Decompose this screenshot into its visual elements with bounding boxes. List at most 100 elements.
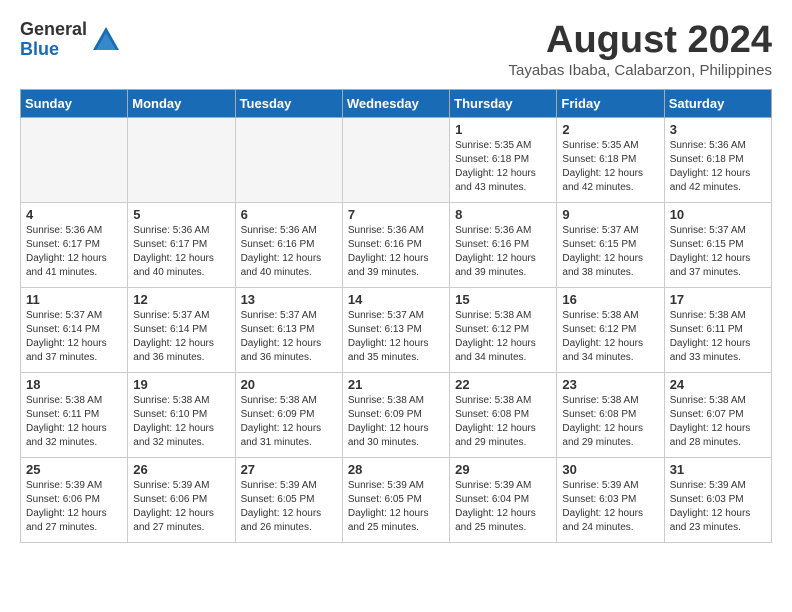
table-row: 4 Sunrise: 5:36 AMSunset: 6:17 PMDaylight… [21,202,128,287]
logo-general: General [20,20,87,40]
day-info: Sunrise: 5:39 AMSunset: 6:05 PMDaylight:… [241,479,337,535]
day-number: 28 [348,462,444,477]
day-info: Sunrise: 5:39 AMSunset: 6:03 PMDaylight:… [670,479,766,535]
table-row: 14Sunrise: 5:37 AMSunset: 6:13 PMDayligh… [342,287,449,372]
day-info: Sunrise: 5:37 AMSunset: 6:14 PMDaylight:… [133,309,229,365]
day-info: Sunrise: 5:36 AMSunset: 6:16 PMDaylight:… [241,224,337,280]
table-row: 17 Sunrise: 5:38 AMSunset: 6:11 PMDayligh… [664,287,771,372]
day-number: 7 [348,207,444,222]
day-info: Sunrise: 5:38 AMSunset: 6:12 PMDaylight:… [562,309,658,365]
calendar-week-1: 1 Sunrise: 5:35 AMSunset: 6:18 PMDaylight… [21,117,772,202]
day-info: Sunrise: 5:35 AMSunset: 6:18 PMDaylight:… [455,139,551,195]
table-row: 29 Sunrise: 5:39 AMSunset: 6:04 PMDayligh… [450,457,557,542]
location-subtitle: Tayabas Ibaba, Calabarzon, Philippines [508,62,772,79]
table-row: 22Sunrise: 5:38 AMSunset: 6:08 PMDayligh… [450,372,557,457]
day-info: Sunrise: 5:36 AMSunset: 6:17 PMDaylight:… [26,224,122,280]
calendar-table: Sunday Monday Tuesday Wednesday Thursday… [20,89,772,543]
day-info: Sunrise: 5:37 AMSunset: 6:15 PMDaylight:… [670,224,766,280]
day-number: 3 [670,122,766,137]
calendar-week-2: 4 Sunrise: 5:36 AMSunset: 6:17 PMDaylight… [21,202,772,287]
table-row: 6 Sunrise: 5:36 AMSunset: 6:16 PMDaylight… [235,202,342,287]
calendar-week-5: 25 Sunrise: 5:39 AMSunset: 6:06 PMDayligh… [21,457,772,542]
table-row [342,117,449,202]
calendar-header-row: Sunday Monday Tuesday Wednesday Thursday… [21,89,772,117]
day-info: Sunrise: 5:37 AMSunset: 6:14 PMDaylight:… [26,309,122,365]
day-number: 24 [670,377,766,392]
day-info: Sunrise: 5:38 AMSunset: 6:08 PMDaylight:… [455,394,551,450]
table-row: 20 Sunrise: 5:38 AMSunset: 6:09 PMDayligh… [235,372,342,457]
day-number: 26 [133,462,229,477]
header-thursday: Thursday [450,89,557,117]
table-row: 24 Sunrise: 5:38 AMSunset: 6:07 PMDayligh… [664,372,771,457]
logo-blue: Blue [20,40,87,60]
page-header: General Blue August 2024 Tayabas Ibaba, … [20,20,772,79]
day-number: 6 [241,207,337,222]
day-info: Sunrise: 5:35 AMSunset: 6:18 PMDaylight:… [562,139,658,195]
calendar-week-3: 11 Sunrise: 5:37 AMSunset: 6:14 PMDayligh… [21,287,772,372]
day-info: Sunrise: 5:39 AMSunset: 6:03 PMDaylight:… [562,479,658,535]
table-row: 30Sunrise: 5:39 AMSunset: 6:03 PMDayligh… [557,457,664,542]
day-number: 31 [670,462,766,477]
header-saturday: Saturday [664,89,771,117]
day-info: Sunrise: 5:38 AMSunset: 6:11 PMDaylight:… [670,309,766,365]
day-info: Sunrise: 5:37 AMSunset: 6:15 PMDaylight:… [562,224,658,280]
day-info: Sunrise: 5:38 AMSunset: 6:09 PMDaylight:… [241,394,337,450]
header-friday: Friday [557,89,664,117]
day-number: 16 [562,292,658,307]
table-row: 8 Sunrise: 5:36 AMSunset: 6:16 PMDaylight… [450,202,557,287]
header-sunday: Sunday [21,89,128,117]
day-number: 27 [241,462,337,477]
logo[interactable]: General Blue [20,20,121,60]
day-info: Sunrise: 5:38 AMSunset: 6:07 PMDaylight:… [670,394,766,450]
day-number: 21 [348,377,444,392]
day-number: 11 [26,292,122,307]
table-row: 7 Sunrise: 5:36 AMSunset: 6:16 PMDaylight… [342,202,449,287]
table-row: 5 Sunrise: 5:36 AMSunset: 6:17 PMDaylight… [128,202,235,287]
table-row [128,117,235,202]
day-info: Sunrise: 5:38 AMSunset: 6:12 PMDaylight:… [455,309,551,365]
day-number: 13 [241,292,337,307]
table-row: 10Sunrise: 5:37 AMSunset: 6:15 PMDayligh… [664,202,771,287]
calendar-week-4: 18Sunrise: 5:38 AMSunset: 6:11 PMDayligh… [21,372,772,457]
day-number: 15 [455,292,551,307]
day-info: Sunrise: 5:36 AMSunset: 6:16 PMDaylight:… [348,224,444,280]
table-row: 3 Sunrise: 5:36 AMSunset: 6:18 PMDaylight… [664,117,771,202]
table-row: 11 Sunrise: 5:37 AMSunset: 6:14 PMDayligh… [21,287,128,372]
day-info: Sunrise: 5:39 AMSunset: 6:04 PMDaylight:… [455,479,551,535]
table-row: 19Sunrise: 5:38 AMSunset: 6:10 PMDayligh… [128,372,235,457]
day-info: Sunrise: 5:36 AMSunset: 6:16 PMDaylight:… [455,224,551,280]
day-info: Sunrise: 5:39 AMSunset: 6:05 PMDaylight:… [348,479,444,535]
table-row: 1 Sunrise: 5:35 AMSunset: 6:18 PMDaylight… [450,117,557,202]
table-row: 9 Sunrise: 5:37 AMSunset: 6:15 PMDaylight… [557,202,664,287]
day-info: Sunrise: 5:39 AMSunset: 6:06 PMDaylight:… [26,479,122,535]
day-number: 20 [241,377,337,392]
day-number: 23 [562,377,658,392]
table-row: 28 Sunrise: 5:39 AMSunset: 6:05 PMDayligh… [342,457,449,542]
table-row: 13Sunrise: 5:37 AMSunset: 6:13 PMDayligh… [235,287,342,372]
day-info: Sunrise: 5:36 AMSunset: 6:18 PMDaylight:… [670,139,766,195]
day-number: 4 [26,207,122,222]
day-number: 1 [455,122,551,137]
day-number: 18 [26,377,122,392]
day-number: 25 [26,462,122,477]
header-tuesday: Tuesday [235,89,342,117]
day-number: 29 [455,462,551,477]
table-row: 21 Sunrise: 5:38 AMSunset: 6:09 PMDayligh… [342,372,449,457]
table-row: 15 Sunrise: 5:38 AMSunset: 6:12 PMDayligh… [450,287,557,372]
day-info: Sunrise: 5:37 AMSunset: 6:13 PMDaylight:… [348,309,444,365]
table-row: 26Sunrise: 5:39 AMSunset: 6:06 PMDayligh… [128,457,235,542]
month-year-title: August 2024 [508,20,772,62]
day-number: 17 [670,292,766,307]
day-info: Sunrise: 5:38 AMSunset: 6:09 PMDaylight:… [348,394,444,450]
day-number: 9 [562,207,658,222]
day-info: Sunrise: 5:38 AMSunset: 6:08 PMDaylight:… [562,394,658,450]
table-row: 31 Sunrise: 5:39 AMSunset: 6:03 PMDayligh… [664,457,771,542]
logo-icon [91,25,121,55]
table-row: 23 Sunrise: 5:38 AMSunset: 6:08 PMDayligh… [557,372,664,457]
day-number: 2 [562,122,658,137]
day-info: Sunrise: 5:36 AMSunset: 6:17 PMDaylight:… [133,224,229,280]
day-number: 8 [455,207,551,222]
header-monday: Monday [128,89,235,117]
table-row [235,117,342,202]
day-number: 5 [133,207,229,222]
